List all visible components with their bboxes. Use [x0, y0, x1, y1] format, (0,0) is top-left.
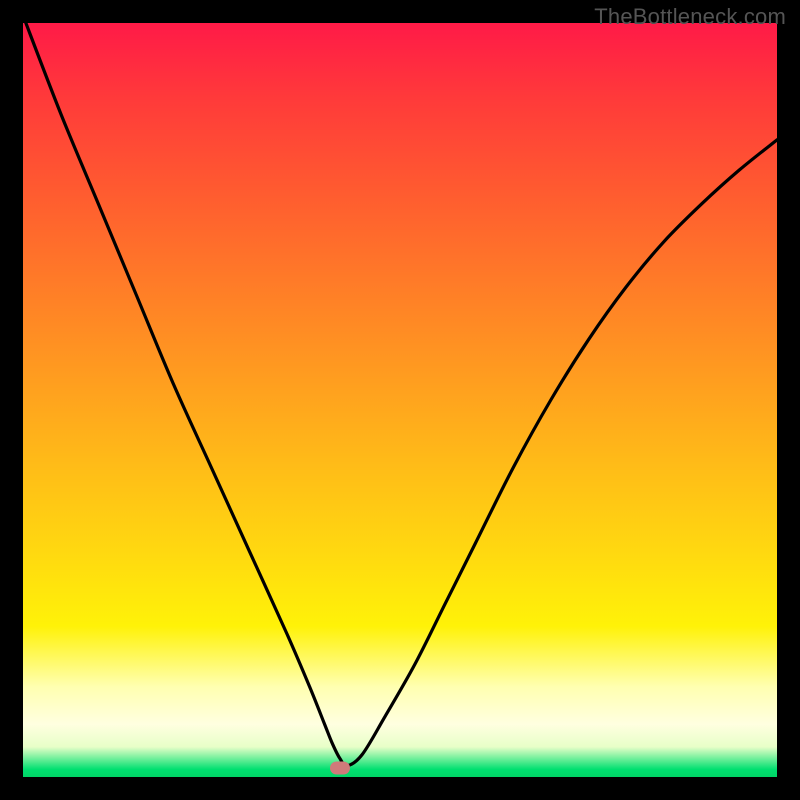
- watermark-text: TheBottleneck.com: [594, 4, 786, 30]
- chart-frame: TheBottleneck.com: [0, 0, 800, 800]
- plot-area: [23, 23, 777, 777]
- bottleneck-curve: [23, 23, 777, 777]
- optimum-marker: [330, 761, 350, 774]
